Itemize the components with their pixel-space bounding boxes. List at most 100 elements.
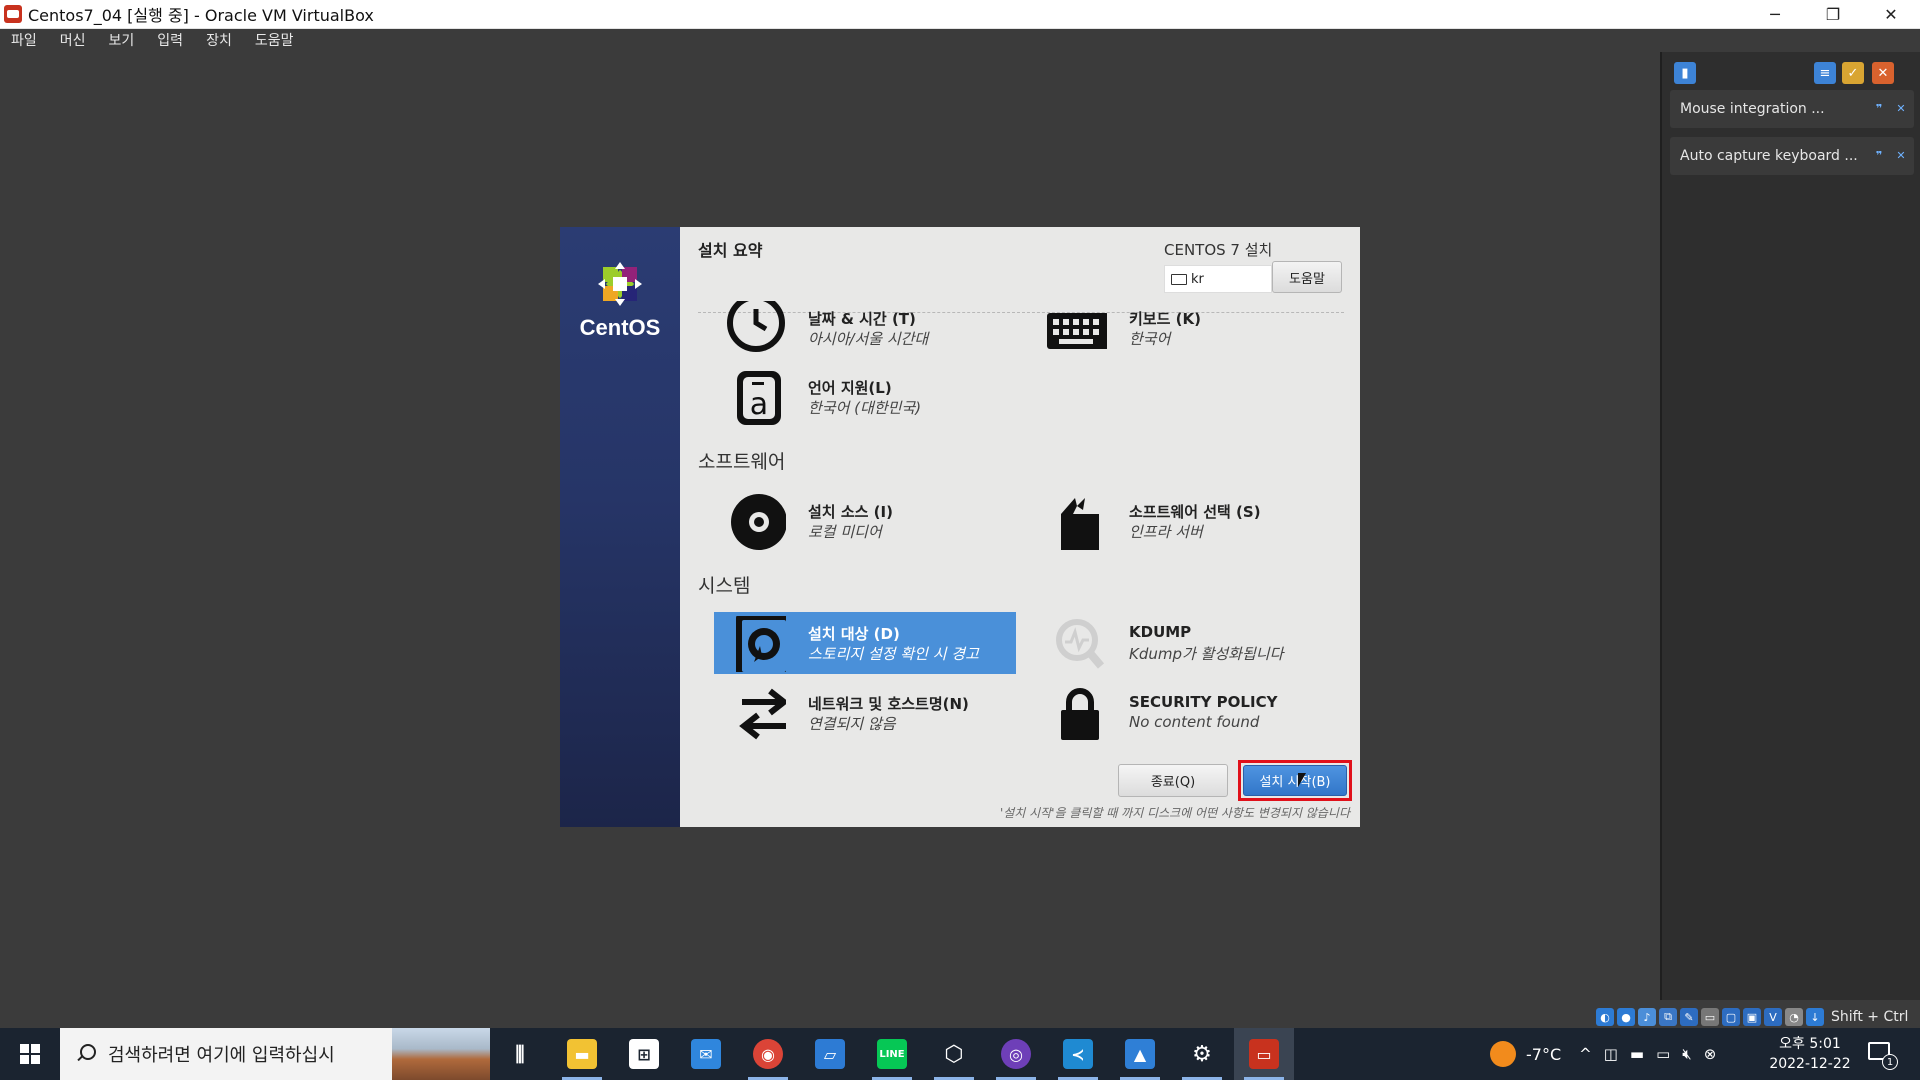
spoke-install-destination[interactable]: 설치 대상 (D) 스토리지 설정 확인 시 경고 [714,612,1016,674]
taskbar-clock[interactable]: 오후 5:01 2022-12-22 [1760,1034,1860,1074]
spoke-status: Kdump가 활성화됩니다 [1129,645,1284,663]
taskbar-vscode[interactable]: ≺ [1048,1028,1108,1080]
display-icon[interactable]: ▢ [1722,1008,1740,1026]
notification-close-icon[interactable]: ✕ [1894,101,1908,115]
spoke-install-source[interactable]: 설치 소스 (I) 로컬 미디어 [714,490,1016,552]
keyboard-icon [1171,273,1187,285]
begin-installation-button[interactable]: 설치 시작(B) [1243,765,1347,796]
chevron-up-icon[interactable]: ^ [1579,1045,1592,1063]
weather-temp[interactable]: -7°C [1526,1045,1561,1064]
keyboard-layout-indicator[interactable]: kr [1164,265,1272,293]
taskbar-virtualbox[interactable]: ▭ [1234,1028,1294,1080]
shared-folders-icon[interactable]: ▭ [1701,1008,1719,1026]
taskbar-remote-desktop[interactable]: ▱ [800,1028,860,1080]
menu-devices[interactable]: 장치 [203,30,235,50]
mouse-cursor [1298,773,1306,787]
spoke-security-policy[interactable]: SECURITY POLICY No content found [1035,682,1337,744]
taskbar-mail[interactable]: ✉ [676,1028,736,1080]
notification-pin-icon[interactable]: ❞ [1872,148,1886,162]
network-icon[interactable]: ⧉ [1659,1008,1677,1026]
restore-button[interactable]: ❐ [1804,0,1862,29]
cube-icon: ⬡ [944,1041,964,1067]
task-view-button[interactable]: ⫼ [490,1028,550,1080]
menu-machine[interactable]: 머신 [57,30,89,50]
spoke-datetime[interactable]: 날짜 & 시간 (T) 아시아/서울 시간대 [714,297,1016,359]
close-button[interactable]: ✕ [1862,0,1920,29]
clock-icon [727,301,785,352]
optical-drive-icon[interactable]: ● [1617,1008,1635,1026]
window-titlebar: Centos7_04 [실행 중] - Oracle VM VirtualBox… [0,0,1920,29]
section-system: 시스템 [698,575,751,597]
taskbar-virtualbox-3d[interactable]: ⬡ [924,1028,984,1080]
window-controls: ─ ❐ ✕ [1746,0,1920,29]
hard-disk-icon[interactable]: ◐ [1596,1008,1614,1026]
spoke-name: 네트워크 및 호스트명(N) [808,695,969,713]
taskbar-github[interactable]: ◎ [986,1028,1046,1080]
audio-icon[interactable]: ♪ [1638,1008,1656,1026]
menu-view[interactable]: 보기 [106,30,138,50]
spoke-name: 설치 대상 (D) [808,625,900,643]
spoke-kdump[interactable]: KDUMP Kdump가 활성화됩니다 [1035,612,1337,674]
search-icon [1056,619,1105,669]
notification-mouse-integration[interactable]: Mouse integration ... ❞ ✕ [1670,90,1914,128]
menu-input[interactable]: 입력 [154,30,186,50]
spoke-language[interactable]: a 언어 지원(L) 한국어 (대한민국) [714,366,1016,428]
keyboard-layout-value: kr [1191,271,1204,287]
notification-count: 1 [1882,1054,1898,1070]
package-icon [1061,498,1099,550]
spoke-network[interactable]: 네트워크 및 호스트명(N) 연결되지 않음 [714,682,1016,744]
taskbar-search[interactable]: 검색하려면 여기에 입력하십시 [60,1028,490,1080]
menu-file[interactable]: 파일 [8,30,40,50]
weather-icon[interactable] [1490,1041,1516,1067]
keep-finished-icon[interactable]: ✓ [1842,62,1864,84]
notification-pin-icon[interactable]: ❞ [1872,101,1886,115]
line-icon: LINE [877,1039,907,1069]
network-arrows-icon [739,688,786,740]
sort-icon[interactable]: ≡ [1814,62,1836,84]
vm-display[interactable]: CentOS 설치 요약 CENTOS 7 설치 kr 도움말 날짜 & 시간 … [560,227,1360,827]
taskbar-chrome[interactable]: ◉ [738,1028,798,1080]
minimize-button[interactable]: ─ [1746,0,1804,29]
vbox-status-bar: ◐ ● ♪ ⧉ ✎ ▭ ▢ ▣ V ◔ ↓ Shift + Ctrl [1596,1006,1908,1028]
task-view-icon: ⫼ [515,1042,525,1066]
installation-summary: 설치 요약 CENTOS 7 설치 kr 도움말 날짜 & 시간 (T) 아시아… [680,227,1360,827]
spoke-status: 아시아/서울 시간대 [808,330,929,348]
video-capture-icon[interactable]: ▣ [1743,1008,1761,1026]
centos-logo-icon [598,262,642,306]
notification-center-icon[interactable]: ▮ [1674,62,1696,84]
close-circle-icon[interactable]: ⊗ [1704,1045,1717,1063]
action-center-button[interactable]: 1 [1866,1040,1898,1070]
search-icon [76,1044,96,1064]
network-icon[interactable]: ▭ [1656,1045,1670,1063]
notification-text: Mouse integration ... [1680,101,1825,117]
taskbar-line[interactable]: LINE [862,1028,922,1080]
spoke-software-selection[interactable]: 소프트웨어 선택 (S) 인프라 서버 [1035,490,1337,552]
svg-text:a: a [750,387,768,422]
remote-desktop-icon: ▱ [815,1039,845,1069]
notification-toolbar: ▮ ≡ ✓ ✕ [1662,60,1920,90]
menu-help[interactable]: 도움말 [252,30,297,50]
spoke-status: 연결되지 않음 [808,715,896,733]
virtualization-icon[interactable]: V [1764,1008,1782,1026]
taskbar-photos[interactable]: ▲ [1110,1028,1170,1080]
notification-auto-capture[interactable]: Auto capture keyboard ... ❞ ✕ [1670,137,1914,175]
volume-muted-icon[interactable]: 🔇︎ [1682,1045,1691,1063]
notification-close-icon[interactable]: ✕ [1894,148,1908,162]
photos-icon: ▲ [1125,1039,1155,1069]
usb-icon[interactable]: ✎ [1680,1008,1698,1026]
keyboard-capture-icon[interactable]: ↓ [1806,1008,1824,1026]
spoke-status: 로컬 미디어 [808,523,882,541]
taskbar-store[interactable]: ⊞ [614,1028,674,1080]
battery-icon[interactable]: ▬ [1630,1045,1644,1063]
spoke-keyboard[interactable]: 키보드 (K) 한국어 [1035,297,1337,359]
help-button[interactable]: 도움말 [1272,261,1342,293]
taskbar-file-explorer[interactable]: ▬ [552,1028,612,1080]
quit-button[interactable]: 종료(Q) [1118,764,1228,797]
taskbar-settings[interactable]: ⚙ [1172,1028,1232,1080]
start-button[interactable] [0,1028,60,1080]
remove-all-icon[interactable]: ✕ [1872,62,1894,84]
camera-icon[interactable]: ◫ [1604,1045,1618,1063]
mouse-integration-icon[interactable]: ◔ [1785,1008,1803,1026]
virtualbox-app-icon [4,5,22,23]
spoke-status: 인프라 서버 [1129,523,1203,541]
